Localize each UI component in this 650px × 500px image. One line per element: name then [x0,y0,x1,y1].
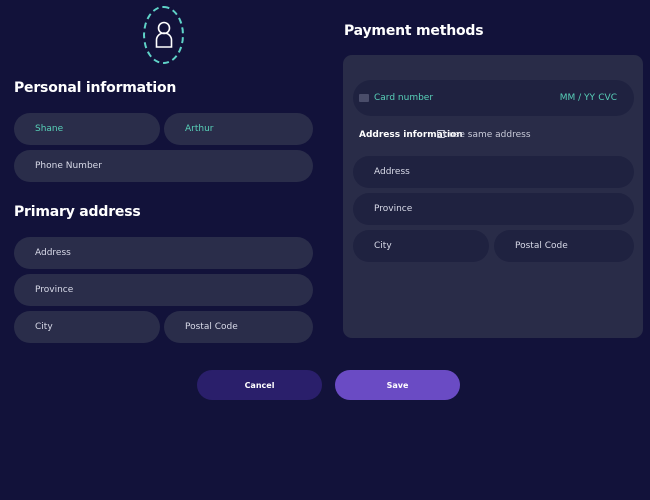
use-same-address-label[interactable]: use same address [449,130,531,140]
credit-card-icon [359,94,369,102]
save-button[interactable]: Save [335,370,460,400]
address-information-label: Address information [359,130,463,140]
first-name-field[interactable]: Shane [14,113,160,145]
city-field[interactable]: City [14,311,160,343]
avatar[interactable] [143,6,184,64]
use-same-address-checkbox[interactable] [437,130,445,138]
billing-city-field[interactable]: City [353,230,489,262]
address-field[interactable]: Address [14,237,313,269]
payment-methods-heading: Payment methods [344,23,484,39]
province-field[interactable]: Province [14,274,313,306]
profile-form: Personal information Shane Arthur Phone … [0,0,650,500]
postal-code-field[interactable]: Postal Code [164,311,313,343]
card-number-field[interactable]: Card number MM / YY CVC [353,80,634,116]
billing-address-field[interactable]: Address [353,156,634,188]
cancel-button[interactable]: Cancel [197,370,322,400]
phone-number-field[interactable]: Phone Number [14,150,313,182]
personal-information-heading: Personal information [14,80,177,96]
billing-province-field[interactable]: Province [353,193,634,225]
cvc-placeholder[interactable]: CVC [598,93,617,103]
card-number-placeholder: Card number [374,93,434,103]
primary-address-heading: Primary address [14,204,141,220]
last-name-field[interactable]: Arthur [164,113,313,145]
expiry-placeholder[interactable]: MM / YY [560,93,595,103]
user-icon [155,21,172,48]
billing-postal-code-field[interactable]: Postal Code [494,230,634,262]
